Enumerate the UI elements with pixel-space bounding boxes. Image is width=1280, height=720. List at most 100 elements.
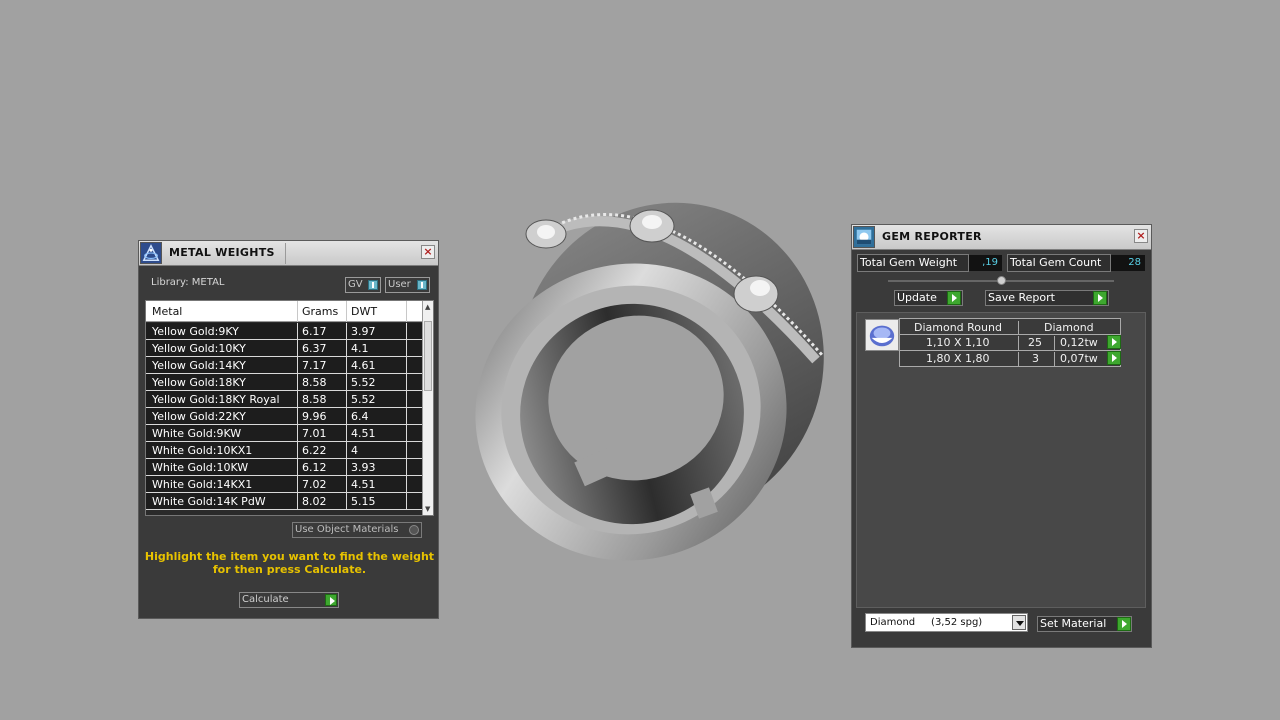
metal-dwt: 3.97 — [351, 325, 376, 338]
column-divider — [297, 476, 298, 493]
metal-name: White Gold:10KX1 — [152, 444, 253, 457]
play-arrow-icon[interactable] — [1107, 351, 1121, 365]
save-report-button[interactable]: Save Report — [985, 290, 1109, 306]
metal-name: White Gold:9KW — [152, 427, 242, 440]
metal-name: White Gold:14K PdW — [152, 495, 266, 508]
column-divider — [346, 323, 347, 340]
metal-name: Yellow Gold:18KY Royal — [152, 393, 280, 406]
metal-name: Yellow Gold:18KY — [152, 376, 246, 389]
table-row[interactable]: White Gold:14KX1 7.02 4.51 — [146, 476, 424, 493]
library-label: Library: METAL — [151, 277, 225, 288]
column-divider — [297, 374, 298, 391]
table-row[interactable]: Yellow Gold:14KY 7.17 4.61 — [146, 357, 424, 374]
gem-size: 1,80 X 1,80 — [926, 352, 990, 365]
diamond-round-gem-icon — [865, 319, 899, 351]
gem-count: 25 — [1028, 336, 1042, 349]
gv-toggle-label: GV — [348, 279, 363, 290]
metal-dwt: 5.15 — [351, 495, 376, 508]
gem-shape-header: Diamond Round — [914, 321, 1002, 334]
user-toggle[interactable]: User — [385, 277, 430, 293]
gem-row[interactable]: 1,80 X 1,80 3 0,07tw — [899, 351, 1121, 367]
metal-weights-close-button[interactable]: × — [421, 245, 435, 259]
table-row[interactable]: White Gold:14K PdW 8.02 5.15 — [146, 493, 424, 510]
column-divider — [297, 425, 298, 442]
update-label: Update — [897, 291, 937, 304]
ring-3d-model[interactable] — [466, 190, 838, 564]
metal-dwt: 3.93 — [351, 461, 376, 474]
gem-reporter-title: GEM REPORTER — [882, 230, 982, 243]
metal-name: Yellow Gold:10KY — [152, 342, 246, 355]
metal-grams: 8.02 — [302, 495, 327, 508]
column-divider — [346, 425, 347, 442]
calculate-button[interactable]: Calculate — [239, 592, 339, 608]
update-button[interactable]: Update — [894, 290, 963, 306]
gem-weight: 0,07tw — [1060, 352, 1098, 365]
column-header-grams[interactable]: Grams — [302, 305, 338, 318]
metal-grams: 6.37 — [302, 342, 327, 355]
column-header-metal[interactable]: Metal — [152, 305, 182, 318]
user-toggle-indicator-icon — [417, 280, 427, 290]
column-divider — [406, 323, 407, 340]
use-object-materials-button[interactable]: Use Object Materials — [292, 522, 422, 538]
column-divider — [297, 391, 298, 408]
column-divider — [297, 323, 298, 340]
gem-row[interactable]: 1,10 X 1,10 25 0,12tw — [899, 335, 1121, 351]
gem-weight: 0,12tw — [1060, 336, 1098, 349]
table-row[interactable]: Yellow Gold:18KY 8.58 5.52 — [146, 374, 424, 391]
play-arrow-icon — [1093, 291, 1107, 305]
column-divider — [406, 459, 407, 476]
table-row[interactable]: Yellow Gold:9KY 6.17 3.97 — [146, 323, 424, 340]
column-divider — [346, 408, 347, 425]
table-row[interactable]: White Gold:9KW 7.01 4.51 — [146, 425, 424, 442]
play-arrow-icon[interactable] — [1107, 335, 1121, 349]
chevron-down-icon[interactable] — [1012, 615, 1026, 630]
set-material-button[interactable]: Set Material — [1037, 616, 1132, 632]
gem-reporter-titlebar[interactable]: GEM REPORTER × — [852, 225, 1151, 250]
scroll-up-arrow-icon[interactable]: ▲ — [425, 303, 430, 311]
table-row[interactable]: Yellow Gold:10KY 6.37 4.1 — [146, 340, 424, 357]
metal-dwt: 4.1 — [351, 342, 369, 355]
gem-material-header: Diamond — [1044, 321, 1094, 334]
metal-name: Yellow Gold:22KY — [152, 410, 246, 423]
metal-grams: 6.12 — [302, 461, 327, 474]
play-arrow-icon — [1117, 617, 1131, 631]
calculate-label: Calculate — [242, 594, 289, 605]
table-row[interactable]: Yellow Gold:18KY Royal 8.58 5.52 — [146, 391, 424, 408]
play-arrow-icon — [325, 594, 337, 606]
metal-table-header: Metal Grams DWT — [146, 301, 424, 322]
metal-weights-titlebar[interactable]: METAL WEIGHTS × — [139, 241, 438, 266]
column-divider — [346, 476, 347, 493]
column-divider — [406, 425, 407, 442]
column-divider — [346, 442, 347, 459]
metal-dwt: 5.52 — [351, 393, 376, 406]
column-divider — [297, 357, 298, 374]
instruction-text: Highlight the item you want to find the … — [139, 550, 440, 576]
metal-weights-app-icon — [140, 242, 162, 264]
material-select[interactable]: Diamond (3,52 spg) — [865, 613, 1028, 632]
gv-toggle[interactable]: GV — [345, 277, 381, 293]
metal-table-scrollbar[interactable]: ▲ ▼ — [422, 301, 433, 515]
table-row[interactable]: Yellow Gold:22KY 9.96 6.4 — [146, 408, 424, 425]
total-gem-count-label: Total Gem Count — [1007, 254, 1111, 272]
gem-reporter-close-button[interactable]: × — [1134, 229, 1148, 243]
column-divider — [406, 301, 407, 322]
column-divider — [406, 408, 407, 425]
save-report-label: Save Report — [988, 291, 1055, 304]
metal-grams: 6.22 — [302, 444, 327, 457]
table-row[interactable]: White Gold:10KX1 6.22 4 — [146, 442, 424, 459]
column-divider — [406, 340, 407, 357]
column-divider — [297, 301, 298, 322]
column-divider — [346, 357, 347, 374]
column-divider — [406, 493, 407, 510]
gem-reporter-app-icon — [853, 226, 875, 248]
metal-name: White Gold:14KX1 — [152, 478, 253, 491]
metal-grams: 9.96 — [302, 410, 327, 423]
metal-dwt: 6.4 — [351, 410, 369, 423]
column-divider — [346, 340, 347, 357]
table-row[interactable]: White Gold:10KW 6.12 3.93 — [146, 459, 424, 476]
scrollbar-thumb[interactable] — [424, 321, 432, 391]
slider-handle[interactable] — [997, 276, 1006, 285]
column-header-dwt[interactable]: DWT — [351, 305, 377, 318]
titlebar-divider — [285, 243, 286, 264]
scroll-down-arrow-icon[interactable]: ▼ — [425, 505, 430, 513]
